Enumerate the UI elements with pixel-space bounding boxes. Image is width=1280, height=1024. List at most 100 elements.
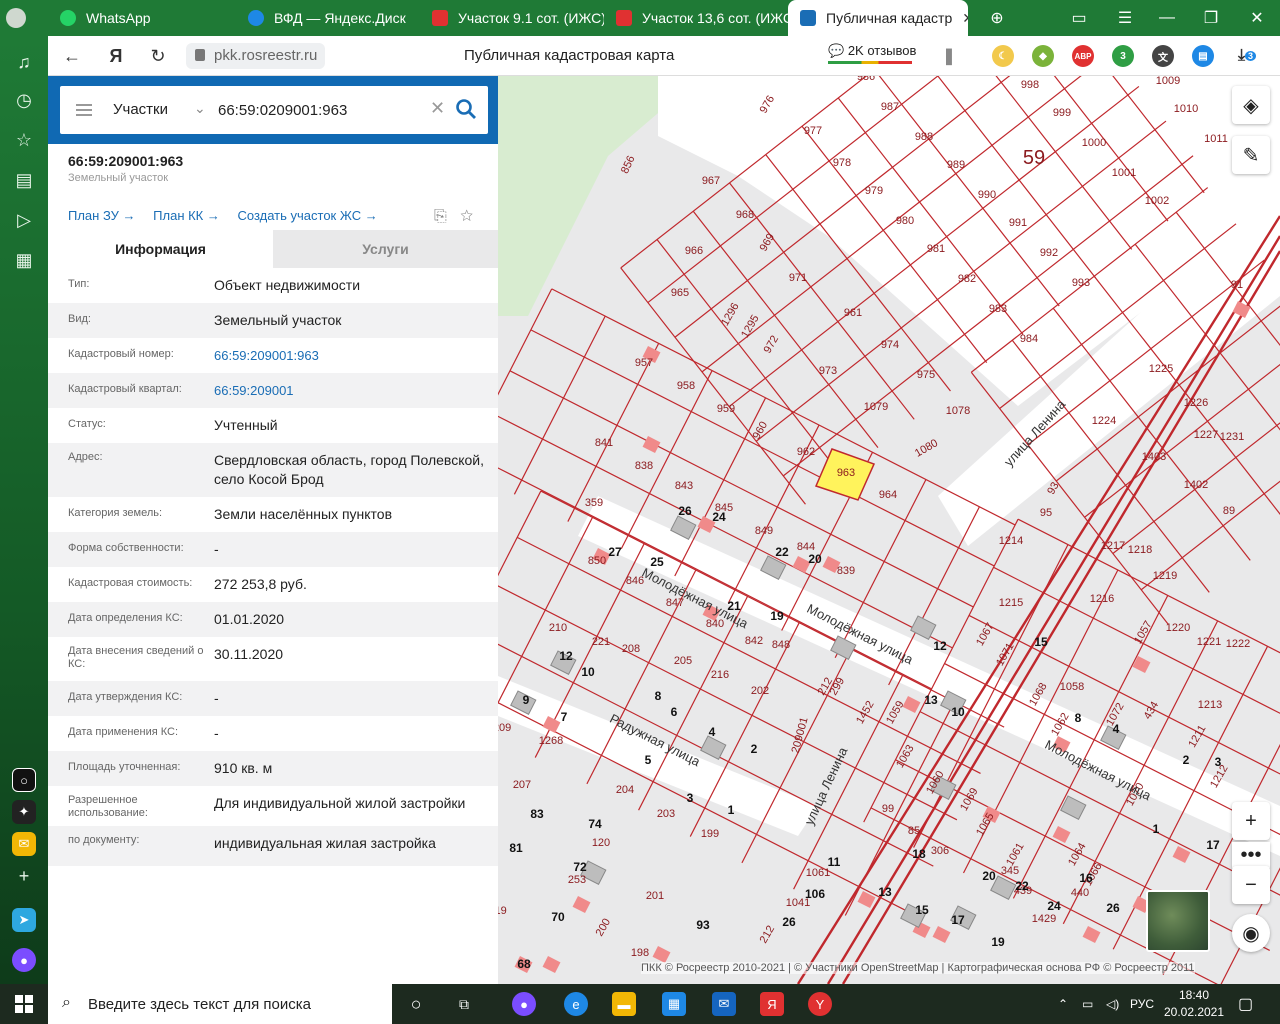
clock[interactable]: 18:40 20.02.2021 bbox=[1162, 987, 1226, 1021]
info-row-link[interactable]: 66:59:209001 bbox=[214, 381, 494, 400]
parcel-label: 1452 bbox=[854, 699, 877, 726]
store-icon[interactable]: ▦ bbox=[662, 992, 686, 1016]
taskbar-search[interactable]: ⌕ Введите здесь текст для поиска bbox=[48, 984, 392, 1024]
shield-icon[interactable]: 3 bbox=[1112, 45, 1134, 67]
info-row-key: Дата внесения сведений о КС: bbox=[68, 645, 204, 670]
cortana-icon[interactable]: ○ bbox=[404, 992, 428, 1016]
info-row-value: Свердловская область, город Полевской, с… bbox=[214, 452, 484, 487]
parcel-label: 1295 bbox=[739, 313, 762, 340]
info-row-link[interactable]: 66:59:209001:963 bbox=[214, 346, 494, 365]
info-row: Кадастровый квартал: 66:59:209001 bbox=[48, 373, 498, 408]
plan-zu-link[interactable]: План ЗУ → bbox=[68, 208, 136, 223]
new-tab-button[interactable]: ⊕ bbox=[982, 0, 1012, 36]
url-text: pkk.rosreestr.ru bbox=[214, 47, 318, 64]
clear-icon[interactable]: ✕ bbox=[430, 98, 445, 119]
file-explorer-icon[interactable]: ▬ bbox=[612, 992, 636, 1016]
info-row: Кадастровый номер: 66:59:209001:963 bbox=[48, 338, 498, 373]
chevron-down-icon[interactable]: ⌄ bbox=[194, 100, 206, 117]
tray-up-icon[interactable]: ⌃ bbox=[1058, 984, 1068, 1024]
bookmark-icon[interactable]: ❚ bbox=[938, 45, 960, 67]
alice-voice-icon[interactable]: ● bbox=[12, 948, 36, 972]
comment-icon: 💬 bbox=[828, 43, 845, 58]
parcel-label: 1216 bbox=[1090, 593, 1114, 605]
save-page-icon[interactable]: ▤ bbox=[1192, 45, 1214, 67]
history-icon[interactable]: ◷ bbox=[10, 86, 38, 114]
language-indicator[interactable]: РУС bbox=[1130, 984, 1154, 1024]
restore-button[interactable]: ❐ bbox=[1196, 0, 1226, 36]
house-number: 12 bbox=[933, 639, 947, 653]
tab-title: ВФД — Яндекс.Диск bbox=[274, 10, 406, 26]
house-number: 2 bbox=[751, 742, 758, 756]
more-icon[interactable]: ••• bbox=[1232, 842, 1270, 868]
volume-icon[interactable]: ◁) bbox=[1106, 984, 1119, 1024]
find-icon[interactable]: ⎘ bbox=[434, 208, 447, 225]
pin-icon[interactable]: ☰ bbox=[1110, 0, 1140, 36]
tabs-menu-icon[interactable]: ▭ bbox=[1064, 0, 1094, 36]
zoom-in-button[interactable]: + bbox=[1232, 802, 1270, 840]
sparkle-app-icon[interactable]: ✦ bbox=[12, 800, 36, 824]
basemap-switcher[interactable] bbox=[1146, 890, 1210, 952]
house-number: 22 bbox=[1015, 879, 1029, 893]
house-number: 27 bbox=[608, 545, 622, 559]
messenger-app-icon[interactable]: ➤ bbox=[12, 908, 36, 932]
extension-icon[interactable]: ◆ bbox=[1032, 45, 1054, 67]
zoom-out-button[interactable]: − bbox=[1232, 866, 1270, 904]
plan-kk-link[interactable]: План КК → bbox=[153, 208, 220, 223]
parcel-label: 201 bbox=[646, 890, 664, 902]
yandex-icon[interactable]: Я bbox=[760, 992, 784, 1016]
ruler-icon[interactable]: ✎ bbox=[1232, 136, 1270, 174]
yandex-logo-icon[interactable]: Я bbox=[102, 42, 130, 70]
translate-icon[interactable]: 文 bbox=[1152, 45, 1174, 67]
mail-app-icon[interactable]: ✉ bbox=[12, 832, 36, 856]
layers-icon[interactable]: ◈ bbox=[1232, 86, 1270, 124]
collections-icon[interactable]: ▤ bbox=[10, 166, 38, 194]
create-parcel-link[interactable]: Создать участок ЖС → bbox=[238, 208, 378, 223]
apps-grid-icon[interactable]: ▦ bbox=[10, 246, 38, 274]
night-mode-icon[interactable]: ☾ bbox=[992, 45, 1014, 67]
bell-icon[interactable]: ♫ bbox=[10, 48, 38, 76]
cadastral-map[interactable]: 986 987 988 989 990 991 992 993 998 999 1000 1001 10… bbox=[498, 76, 1280, 984]
back-arrow-icon[interactable]: ← bbox=[58, 42, 86, 70]
reload-icon[interactable]: ↻ bbox=[144, 42, 172, 70]
tab-listing-1[interactable]: Участок 9.1 сот. (ИЖС) bbox=[420, 0, 604, 36]
search-input[interactable] bbox=[218, 98, 428, 122]
play-icon[interactable]: ▷ bbox=[10, 206, 38, 234]
minimize-button[interactable]: — bbox=[1152, 0, 1182, 36]
edge-icon[interactable]: e bbox=[564, 992, 588, 1016]
close-tab-icon[interactable]: ✕ bbox=[962, 10, 968, 27]
add-app-icon[interactable]: + bbox=[10, 862, 38, 890]
compass-icon[interactable]: ◉ bbox=[1232, 914, 1270, 952]
info-row-value: 910 кв. м bbox=[214, 760, 273, 776]
outbuilding bbox=[1060, 795, 1087, 821]
url-field[interactable]: pkk.rosreestr.ru bbox=[186, 43, 326, 69]
profile-avatar[interactable] bbox=[0, 0, 30, 36]
parcel-label: 203 bbox=[657, 808, 675, 820]
network-icon[interactable]: ▭ bbox=[1082, 984, 1093, 1024]
search-icon[interactable] bbox=[454, 97, 478, 121]
menu-icon[interactable] bbox=[76, 104, 92, 116]
parcel-label: 986 bbox=[857, 76, 875, 83]
info-row: Статус: Учтенный bbox=[48, 408, 498, 443]
task-view-icon[interactable]: ⧉ bbox=[452, 992, 476, 1016]
notifications-icon[interactable]: ▢ bbox=[1238, 984, 1253, 1024]
tab-cadastral-map[interactable]: Публичная кадастр ✕ bbox=[788, 0, 968, 36]
alice-taskbar-icon[interactable]: ● bbox=[512, 992, 536, 1016]
mail-icon[interactable]: ✉ bbox=[712, 992, 736, 1016]
tab-whatsapp[interactable]: WhatsApp bbox=[48, 0, 234, 36]
adblock-icon[interactable]: ABP bbox=[1072, 45, 1094, 67]
search-type-select[interactable]: Участки bbox=[113, 101, 168, 118]
star-icon[interactable]: ☆ bbox=[10, 126, 38, 154]
yandex-browser-icon[interactable]: Y bbox=[808, 992, 832, 1016]
downloads-icon[interactable]: ⤓ 3 bbox=[1236, 45, 1258, 67]
alice-app-icon[interactable]: ○ bbox=[12, 768, 36, 792]
tab-listing-2[interactable]: Участок 13,6 сот. (ИЖС) bbox=[604, 0, 788, 36]
start-button[interactable] bbox=[0, 984, 48, 1024]
favorite-star-icon[interactable]: ☆ bbox=[460, 208, 473, 225]
tab-yandex-disk[interactable]: ВФД — Яндекс.Диск bbox=[236, 0, 420, 36]
close-window-button[interactable]: ✕ bbox=[1242, 0, 1272, 36]
map-canvas[interactable]: 9869879889899909919929939989991000100110… bbox=[498, 76, 1280, 984]
tab-services[interactable]: Услуги bbox=[273, 230, 498, 268]
tab-information[interactable]: Информация bbox=[48, 230, 273, 268]
reviews-badge[interactable]: 💬 2K отзывов bbox=[828, 43, 916, 64]
parcel-label: 200 bbox=[594, 917, 614, 939]
